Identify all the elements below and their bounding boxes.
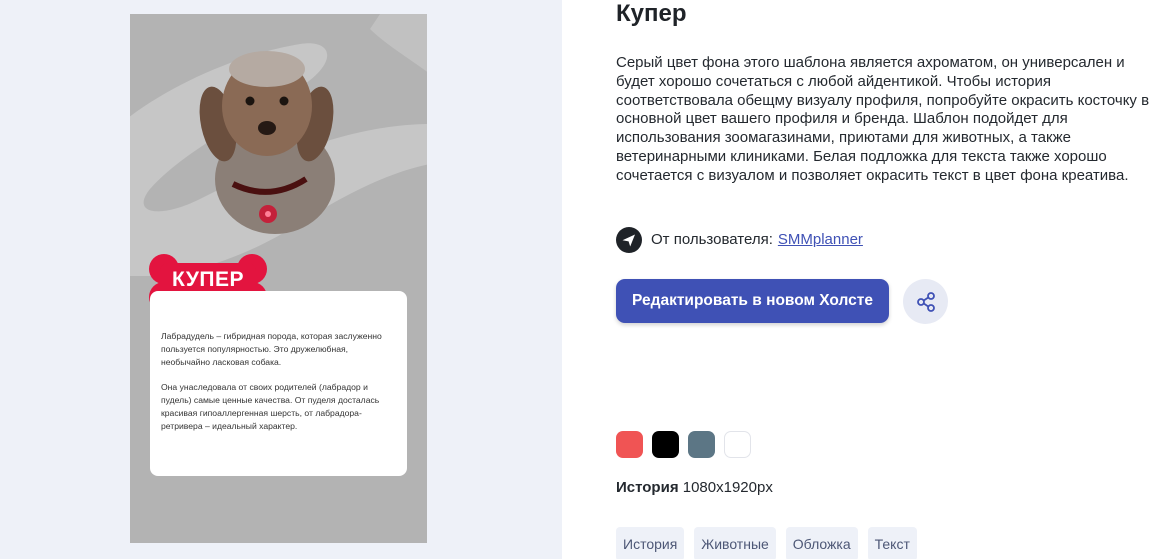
send-arrow-icon bbox=[616, 226, 642, 253]
preview-pane: КУПЕР Лабрадудель – гибридная порода, ко… bbox=[0, 0, 562, 559]
author-line: От пользователя: SMMplanner bbox=[616, 226, 863, 253]
color-swatch-white[interactable] bbox=[724, 431, 751, 458]
story-paragraph-1: Лабрадудель – гибридная порода, которая … bbox=[161, 331, 382, 367]
bone-label: КУПЕР bbox=[171, 268, 244, 291]
dog-photo bbox=[199, 51, 335, 234]
share-icon bbox=[916, 291, 935, 312]
color-swatch-slate[interactable] bbox=[688, 431, 715, 458]
template-title: Купер bbox=[616, 0, 687, 27]
tag-item[interactable]: Текст bbox=[867, 527, 917, 559]
format-info: История 1080x1920px bbox=[616, 479, 773, 496]
tag-item[interactable]: Обложка bbox=[785, 527, 858, 559]
author-prefix: От пользователя: bbox=[651, 231, 773, 248]
share-button[interactable] bbox=[903, 279, 948, 324]
story-text-card: Лабрадудель – гибридная порода, которая … bbox=[150, 291, 407, 476]
tag-item[interactable]: Животные bbox=[694, 527, 776, 559]
story-paragraph-2: Она унаследовала от своих родителей (лаб… bbox=[161, 382, 380, 431]
template-description: Серый цвет фона этого шаблона является а… bbox=[616, 54, 1150, 184]
format-size: 1080x1920px bbox=[682, 479, 773, 496]
color-swatch-black[interactable] bbox=[652, 431, 679, 458]
author-link[interactable]: SMMplanner bbox=[778, 231, 863, 248]
tag-item[interactable]: История bbox=[616, 527, 685, 559]
edit-in-canvas-button[interactable]: Редактировать в новом Холсте bbox=[616, 279, 889, 323]
color-palette bbox=[616, 431, 751, 458]
color-swatch-red[interactable] bbox=[616, 431, 643, 458]
tag-list: История Животные Обложка Текст bbox=[616, 527, 917, 559]
template-preview[interactable]: КУПЕР Лабрадудель – гибридная порода, ко… bbox=[130, 14, 427, 543]
format-label: История bbox=[616, 479, 679, 496]
